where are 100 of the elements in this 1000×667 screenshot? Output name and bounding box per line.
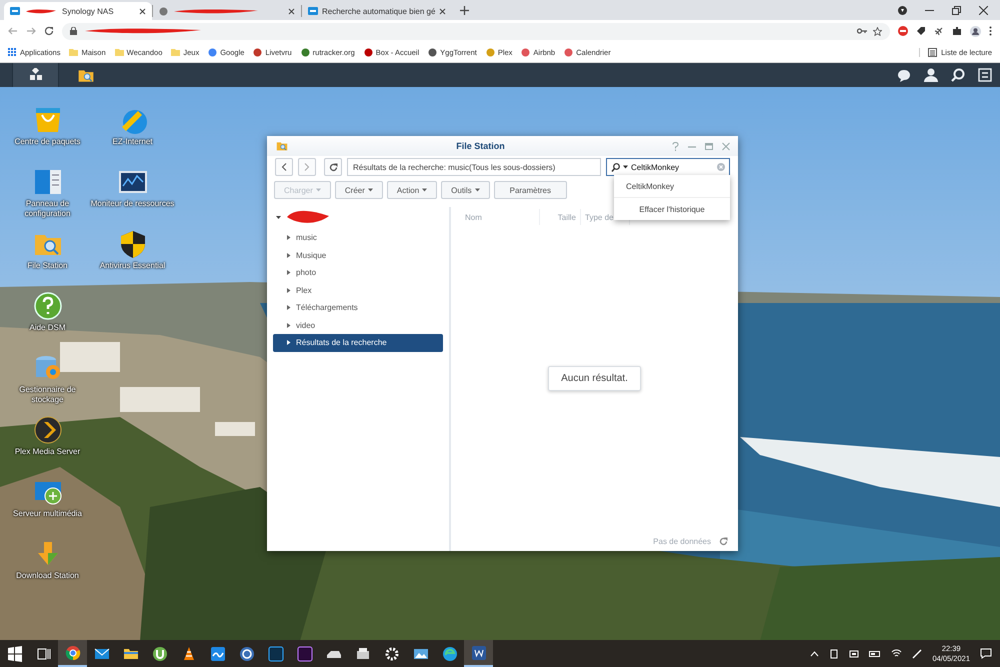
taskbar-button[interactable]	[464, 640, 493, 667]
desktop-shortcut[interactable]: Plex Media Server	[5, 415, 90, 477]
more-menu-icon[interactable]	[989, 26, 992, 36]
word-icon	[470, 644, 486, 660]
lock-icon	[70, 27, 77, 35]
caret-icon	[422, 188, 428, 192]
tab-title: Recherche automatique bien gé	[322, 6, 436, 16]
toolbar-button[interactable]: Action	[386, 181, 438, 199]
caret-icon	[623, 165, 628, 169]
browser-tab[interactable]: Synology NAS	[4, 2, 152, 20]
satellite-icon[interactable]	[934, 26, 944, 36]
caret-right-icon	[287, 305, 291, 310]
edge-icon	[442, 646, 458, 662]
tree-node[interactable]: Téléchargements	[273, 299, 443, 316]
display-icon[interactable]	[849, 648, 860, 658]
forward-chevron-icon	[304, 163, 310, 171]
options-icon[interactable]	[978, 68, 992, 82]
site-favicon-icon	[300, 48, 310, 56]
task-view-icon	[36, 646, 52, 662]
notification-icon[interactable]	[980, 648, 992, 659]
refresh-icon[interactable]	[719, 536, 728, 546]
toolbar-button[interactable]: Paramètres	[494, 181, 567, 199]
adblock-icon[interactable]	[898, 26, 908, 36]
desktop-shortcut[interactable]: Aide DSM	[5, 291, 90, 353]
tree-node[interactable]: Plex	[273, 282, 443, 299]
tree-node[interactable]: Résultats de la recherche	[273, 334, 443, 352]
reload-icon[interactable]	[44, 26, 54, 36]
close-icon[interactable]	[139, 8, 146, 14]
status-text: Pas de données	[653, 536, 711, 546]
menu-item[interactable]: CeltikMonkey	[614, 175, 730, 197]
windows-start-icon	[6, 646, 22, 662]
chrome-icon	[64, 644, 80, 660]
play-chevron-icon	[32, 415, 62, 445]
tag-icon[interactable]	[916, 26, 926, 36]
site-favicon-icon	[521, 48, 530, 56]
tablet-icon[interactable]	[829, 648, 840, 658]
site-favicon-icon	[428, 48, 438, 56]
close-icon[interactable]	[288, 8, 295, 14]
close-icon[interactable]	[439, 8, 446, 14]
wave-app-icon	[210, 646, 226, 662]
site-favicon-icon	[564, 48, 574, 56]
puzzle-icon[interactable]	[952, 26, 962, 36]
taskbar-button[interactable]	[58, 640, 87, 667]
tree-node[interactable]: music	[273, 229, 443, 246]
search-icon[interactable]	[951, 68, 965, 82]
mail-icon	[94, 646, 110, 662]
folder-icon	[69, 48, 78, 56]
caret-icon	[368, 188, 373, 192]
tree-node[interactable]: Musique	[273, 246, 443, 264]
refresh-button[interactable]	[324, 158, 342, 176]
browser-tab[interactable]: Recherche automatique bien gé	[302, 2, 452, 20]
desktop-shortcut[interactable]: Download Station	[5, 539, 90, 601]
back-chevron-icon	[281, 163, 287, 171]
restore-icon[interactable]	[952, 6, 961, 14]
star-icon[interactable]	[873, 26, 882, 36]
window-title-bar: File Station	[267, 136, 738, 156]
chevron-up-icon[interactable]	[810, 650, 820, 656]
main-menu-button[interactable]	[12, 63, 59, 87]
tree-node[interactable]: video	[273, 316, 443, 334]
caret-right-icon	[287, 252, 291, 258]
folder-icon	[114, 48, 124, 56]
profile-badge-icon[interactable]	[898, 6, 907, 14]
chat-icon[interactable]	[897, 68, 911, 82]
new-tab-icon[interactable]	[460, 6, 470, 15]
tab-title: Synology NAS	[62, 6, 115, 16]
tree-node[interactable]: photo	[273, 264, 443, 282]
folder-icon	[171, 48, 180, 56]
key-icon[interactable]	[857, 28, 867, 34]
help-icon	[32, 291, 62, 321]
menu-item[interactable]: Effacer l'historique	[614, 197, 730, 220]
toolbar-button[interactable]: Créer	[334, 181, 383, 199]
settings-icon	[384, 646, 400, 662]
apps-grid-icon	[8, 48, 17, 56]
caret-right-icon	[287, 322, 291, 328]
back-button[interactable]	[275, 158, 293, 176]
premiere-icon	[296, 646, 312, 662]
scanner-icon	[354, 646, 370, 662]
user-icon[interactable]	[924, 68, 938, 82]
circle-app-icon	[238, 646, 254, 662]
main-menu-icon	[28, 68, 42, 82]
close-icon[interactable]	[979, 6, 988, 14]
wifi-icon[interactable]	[891, 649, 902, 658]
globe-icon	[159, 6, 168, 16]
pen-icon[interactable]	[912, 648, 922, 658]
folder-magnifier-icon	[275, 140, 289, 152]
caret-right-icon	[287, 270, 291, 276]
toolbar-button[interactable]: Outils	[441, 181, 490, 199]
dsm-logo-icon	[308, 7, 318, 15]
address-bar[interactable]	[62, 22, 890, 40]
search-icon	[611, 162, 620, 172]
list-icon	[928, 48, 938, 56]
site-favicon-icon	[253, 48, 262, 56]
battery-icon[interactable]	[869, 650, 882, 658]
caret-icon	[474, 188, 480, 192]
empty-result-message: Aucun résultat.	[548, 366, 641, 390]
avatar-icon[interactable]	[970, 26, 981, 36]
desktop-shortcut[interactable]: Serveur multimédia	[5, 477, 90, 539]
caret-right-icon	[287, 340, 291, 346]
path-field[interactable]: Résultats de la recherche: music(Tous les sous-dossiers)	[347, 158, 601, 176]
control-panel-icon	[32, 167, 62, 197]
